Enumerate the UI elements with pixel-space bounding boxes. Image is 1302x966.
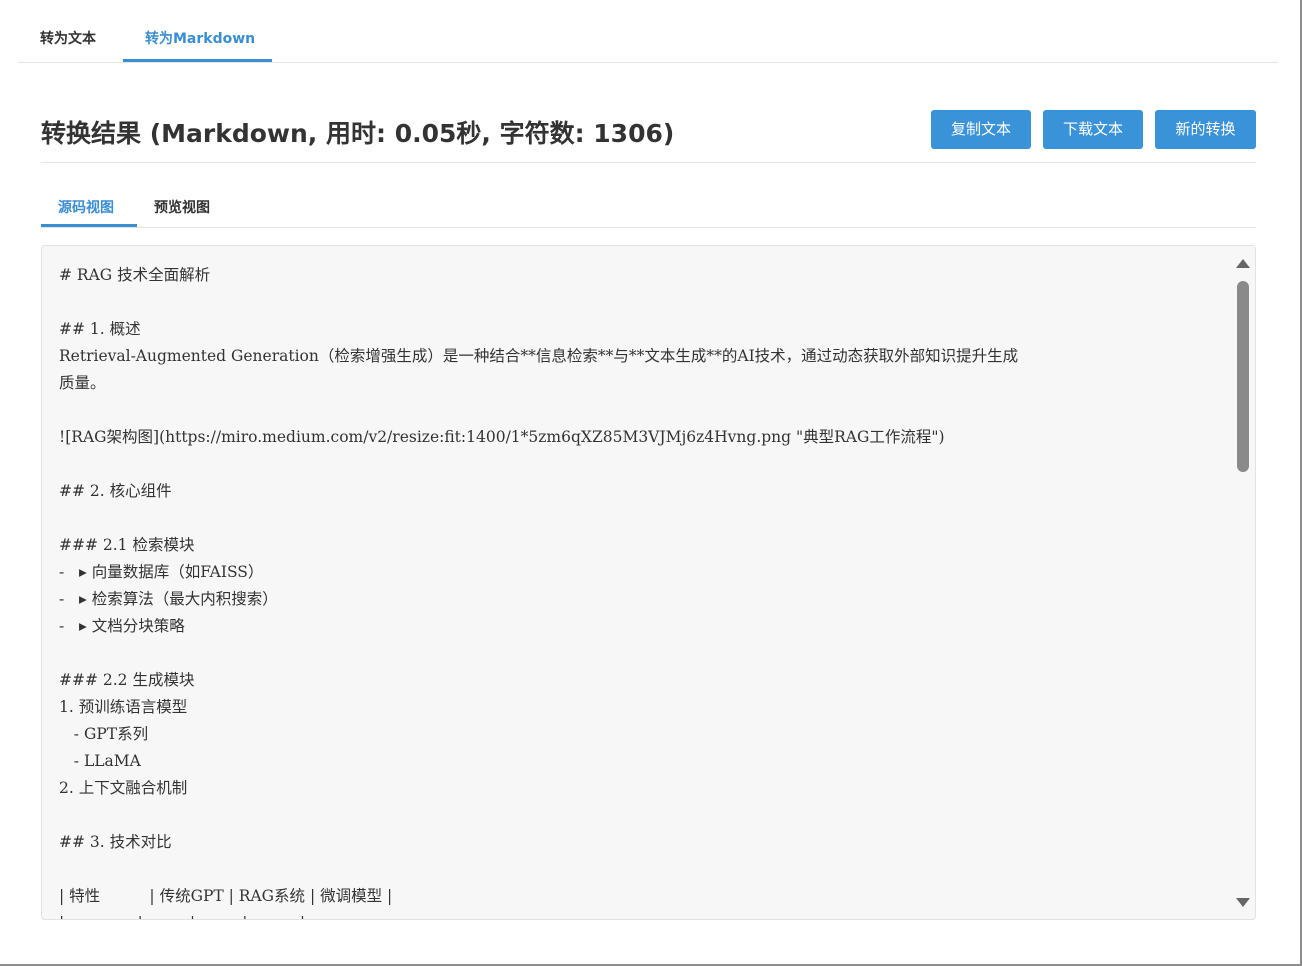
app-frame: 转为文本 转为Markdown 转换结果 (Markdown, 用时: 0.05…	[0, 0, 1302, 966]
page-title: 转换结果 (Markdown, 用时: 0.05秒, 字符数: 1306)	[41, 119, 675, 148]
code-line: # RAG 技术全面解析	[59, 266, 211, 284]
code-line: 2. 上下文融合机制	[59, 779, 188, 797]
active-tab-indicator	[123, 59, 272, 62]
triangle-up-icon[interactable]	[1236, 259, 1250, 268]
code-line: - ▸ 向量数据库（如FAISS）	[59, 563, 264, 581]
code-line: |--------------|---------|---------|----…	[59, 910, 1229, 919]
new-conversion-button[interactable]: 新的转换	[1155, 110, 1256, 149]
scrollbar-thumb[interactable]	[1237, 281, 1249, 472]
download-text-button[interactable]: 下载文本	[1043, 110, 1143, 149]
code-line: ### 2.2 生成模块	[59, 671, 195, 689]
markdown-source-area[interactable]: # RAG 技术全面解析 ## 1. 概述 Retrieval-Augmented …	[41, 245, 1256, 920]
active-view-indicator	[41, 224, 137, 227]
code-line: Retrieval-Augmented Generation（检索增强生成）是一…	[59, 347, 1019, 365]
code-line: ![RAG架构图](https://miro.medium.com/v2/res…	[59, 428, 945, 446]
code-line: - ▸ 检索算法（最大内积搜索）	[59, 590, 278, 608]
code-line: 质量。	[59, 374, 106, 392]
code-line: - GPT系列	[59, 725, 149, 743]
code-line: | 特性 | 传统GPT | RAG系统 | 微调模型 |	[59, 887, 393, 905]
tab-to-markdown[interactable]: 转为Markdown	[145, 28, 255, 48]
code-line: - ▸ 文档分块策略	[59, 617, 185, 635]
markdown-source-text: # RAG 技术全面解析 ## 1. 概述 Retrieval-Augmented …	[59, 262, 1229, 919]
header-divider	[41, 162, 1256, 163]
code-line: ## 3. 技术对比	[59, 833, 172, 851]
code-line: ### 2.1 检索模块	[59, 536, 195, 554]
code-line: - LLaMA	[59, 752, 141, 770]
triangle-down-icon[interactable]	[1236, 898, 1250, 907]
top-tab-bar: 转为文本 转为Markdown	[18, 0, 1278, 63]
view-tab-bar: 源码视图 预览视图	[41, 180, 1256, 228]
tab-source-view[interactable]: 源码视图	[58, 197, 114, 217]
tab-preview-view[interactable]: 预览视图	[154, 197, 210, 217]
code-line: 1. 预训练语言模型	[59, 698, 188, 716]
code-line: ## 1. 概述	[59, 320, 141, 338]
code-line: ## 2. 核心组件	[59, 482, 172, 500]
tab-to-text[interactable]: 转为文本	[40, 28, 96, 48]
copy-text-button[interactable]: 复制文本	[931, 110, 1031, 149]
